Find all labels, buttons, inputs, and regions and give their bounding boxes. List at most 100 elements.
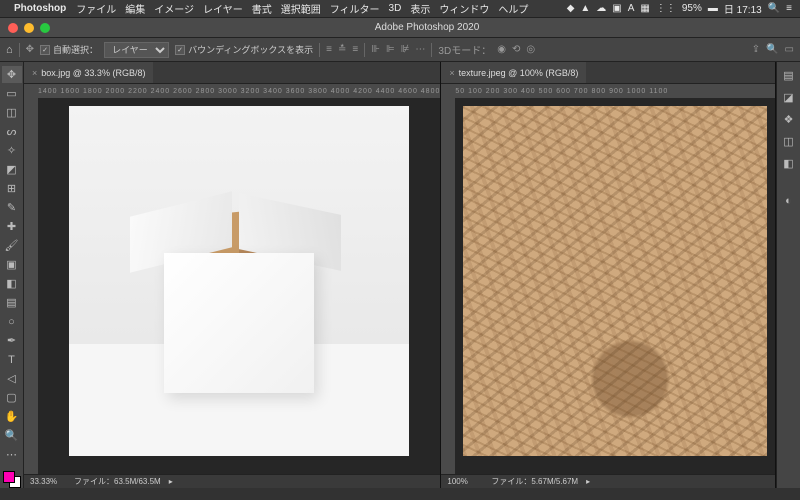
a-icon[interactable]: A bbox=[628, 3, 635, 14]
auto-select-label: 自動選択： bbox=[53, 43, 98, 56]
menu-window[interactable]: ウィンドウ bbox=[439, 1, 489, 16]
share-icon[interactable]: ⇪ bbox=[752, 44, 760, 55]
more-align-icon[interactable]: ⋯ bbox=[415, 44, 425, 55]
tool-frame[interactable]: ⊞ bbox=[2, 180, 22, 197]
menu-edit[interactable]: 編集 bbox=[125, 1, 145, 16]
siri-icon[interactable]: ≡ bbox=[786, 3, 792, 14]
options-bar: ⌂ ✥ ✓自動選択： レイヤー ✓バウンディングボックスを表示 ≡ ≛ ≡ ⊪ … bbox=[0, 38, 800, 62]
menu-type[interactable]: 書式 bbox=[252, 1, 272, 16]
search-icon[interactable]: 🔍 bbox=[768, 3, 780, 14]
3d-icon3[interactable]: ◎ bbox=[526, 44, 535, 55]
minimize-button[interactable] bbox=[24, 23, 34, 33]
toolbox: ✥ ▭ ◫ ᔕ ✧ ◩ ⊞ ✎ ✚ 🖌 ▣ ◧ ▤ ○ ✒ T ◁ ▢ ✋ 🔍 … bbox=[0, 62, 24, 488]
calendar-icon[interactable]: ▦ bbox=[640, 3, 649, 14]
tool-type[interactable]: T bbox=[2, 351, 22, 368]
battery-shape-icon: ▬ bbox=[708, 3, 718, 14]
tab-bar: × texture.jpeg @ 100% (RGB/8) bbox=[441, 62, 775, 84]
auto-select-checkbox[interactable]: ✓自動選択： bbox=[40, 43, 98, 56]
window-controls bbox=[8, 23, 50, 33]
menu-3d[interactable]: 3D bbox=[389, 3, 402, 14]
chevron-right-icon[interactable]: ▸ bbox=[169, 477, 173, 486]
tool-marquee[interactable]: ◫ bbox=[2, 104, 22, 121]
ruler-vertical[interactable] bbox=[24, 98, 38, 474]
tool-dodge[interactable]: ○ bbox=[2, 313, 22, 330]
dist3-icon[interactable]: ⊯ bbox=[401, 44, 410, 55]
dist2-icon[interactable]: ⊫ bbox=[386, 44, 395, 55]
zoom-value[interactable]: 100% bbox=[447, 477, 483, 486]
texture-image bbox=[463, 106, 767, 456]
search2-icon[interactable]: 🔍 bbox=[766, 44, 778, 55]
align3-icon[interactable]: ≡ bbox=[352, 44, 358, 55]
tool-more[interactable]: ⋯ bbox=[2, 446, 22, 463]
tool-lasso[interactable]: ᔕ bbox=[2, 123, 22, 140]
menubar-appname[interactable]: Photoshop bbox=[14, 3, 66, 14]
canvas-texture[interactable] bbox=[455, 98, 775, 474]
close-tab-icon[interactable]: × bbox=[32, 68, 37, 78]
menu-file[interactable]: ファイル bbox=[76, 1, 116, 16]
box-image bbox=[69, 106, 409, 456]
tool-healing[interactable]: ✚ bbox=[2, 218, 22, 235]
menu-image[interactable]: イメージ bbox=[154, 1, 194, 16]
tool-magic-wand[interactable]: ✧ bbox=[2, 142, 22, 159]
ruler-vertical[interactable] bbox=[441, 98, 455, 474]
panel-layers-icon[interactable]: ❖ bbox=[780, 110, 798, 128]
fg-color[interactable] bbox=[3, 471, 15, 483]
tool-brush[interactable]: 🖌 bbox=[2, 237, 22, 254]
tab-texture[interactable]: × texture.jpeg @ 100% (RGB/8) bbox=[441, 62, 586, 83]
tab-bar: × box.jpg @ 33.3% (RGB/8) bbox=[24, 62, 440, 84]
tool-shape[interactable]: ▢ bbox=[2, 389, 22, 406]
show-bbox-checkbox[interactable]: ✓バウンディングボックスを表示 bbox=[175, 43, 313, 56]
chevron-right-icon[interactable]: ▸ bbox=[586, 477, 590, 486]
tool-clone[interactable]: ▣ bbox=[2, 256, 22, 273]
clock[interactable]: 日 17:13 bbox=[724, 1, 762, 16]
panel-swatch-icon[interactable]: ◪ bbox=[780, 88, 798, 106]
tab-label: box.jpg @ 33.3% (RGB/8) bbox=[41, 68, 145, 78]
menu-filter[interactable]: フィルター bbox=[330, 1, 380, 16]
menu-view[interactable]: 表示 bbox=[410, 1, 430, 16]
square-icon[interactable]: ▣ bbox=[612, 3, 621, 14]
tool-artboard[interactable]: ▭ bbox=[2, 85, 22, 102]
tool-zoom[interactable]: 🔍 bbox=[2, 427, 22, 444]
cloud2-icon[interactable]: ☁ bbox=[596, 3, 606, 14]
ruler-horizontal[interactable]: 1400 1600 1800 2000 2200 2400 2600 2800 … bbox=[24, 84, 440, 98]
tool-pen[interactable]: ✒ bbox=[2, 332, 22, 349]
close-button[interactable] bbox=[8, 23, 18, 33]
canvas-box[interactable] bbox=[38, 98, 440, 474]
panel-properties-icon[interactable]: ◧ bbox=[780, 154, 798, 172]
wifi-icon[interactable]: ⋮⋮ bbox=[656, 3, 676, 14]
menu-select[interactable]: 選択範囲 bbox=[281, 1, 321, 16]
tool-move[interactable]: ✥ bbox=[2, 66, 22, 83]
main-workspace: ✥ ▭ ◫ ᔕ ✧ ◩ ⊞ ✎ ✚ 🖌 ▣ ◧ ▤ ○ ✒ T ◁ ▢ ✋ 🔍 … bbox=[0, 62, 800, 488]
zoom-value[interactable]: 33.33% bbox=[30, 477, 66, 486]
panel-adjustments-icon[interactable]: ◐ bbox=[780, 192, 798, 210]
tool-path-select[interactable]: ◁ bbox=[2, 370, 22, 387]
tab-box[interactable]: × box.jpg @ 33.3% (RGB/8) bbox=[24, 62, 153, 83]
app-titlebar: Adobe Photoshop 2020 bbox=[0, 18, 800, 38]
auto-select-target[interactable]: レイヤー bbox=[104, 42, 169, 58]
status-icon[interactable]: ◆ bbox=[567, 3, 575, 14]
close-tab-icon[interactable]: × bbox=[449, 68, 454, 78]
tool-eraser[interactable]: ◧ bbox=[2, 275, 22, 292]
panel-history-icon[interactable]: ◫ bbox=[780, 132, 798, 150]
ruler-horizontal[interactable]: 50 100 200 300 400 500 600 700 800 900 1… bbox=[441, 84, 775, 98]
3d-icon1[interactable]: ◉ bbox=[497, 44, 506, 55]
tool-hand[interactable]: ✋ bbox=[2, 408, 22, 425]
menu-layer[interactable]: レイヤー bbox=[203, 1, 243, 16]
home-icon[interactable]: ⌂ bbox=[6, 44, 13, 56]
tool-eyedropper[interactable]: ✎ bbox=[2, 199, 22, 216]
battery-icon[interactable]: 95% bbox=[682, 3, 702, 14]
3d-icon2[interactable]: ⟲ bbox=[512, 44, 520, 55]
panel-brush-icon[interactable]: ▤ bbox=[780, 66, 798, 84]
doc-status-bar: 33.33% ファイル：63.5M/63.5M ▸ bbox=[24, 474, 440, 488]
doc-status-bar: 100% ファイル：5.67M/5.67M ▸ bbox=[441, 474, 775, 488]
tool-crop[interactable]: ◩ bbox=[2, 161, 22, 178]
menu-help[interactable]: ヘルプ bbox=[498, 1, 528, 16]
workspace-icon[interactable]: ▭ bbox=[785, 44, 794, 55]
align2-icon[interactable]: ≛ bbox=[338, 44, 346, 55]
cloud-icon[interactable]: ▲ bbox=[580, 3, 590, 14]
dist1-icon[interactable]: ⊪ bbox=[371, 44, 380, 55]
align-icon[interactable]: ≡ bbox=[326, 44, 332, 55]
color-swatch[interactable] bbox=[3, 471, 21, 488]
tool-gradient[interactable]: ▤ bbox=[2, 294, 22, 311]
maximize-button[interactable] bbox=[40, 23, 50, 33]
